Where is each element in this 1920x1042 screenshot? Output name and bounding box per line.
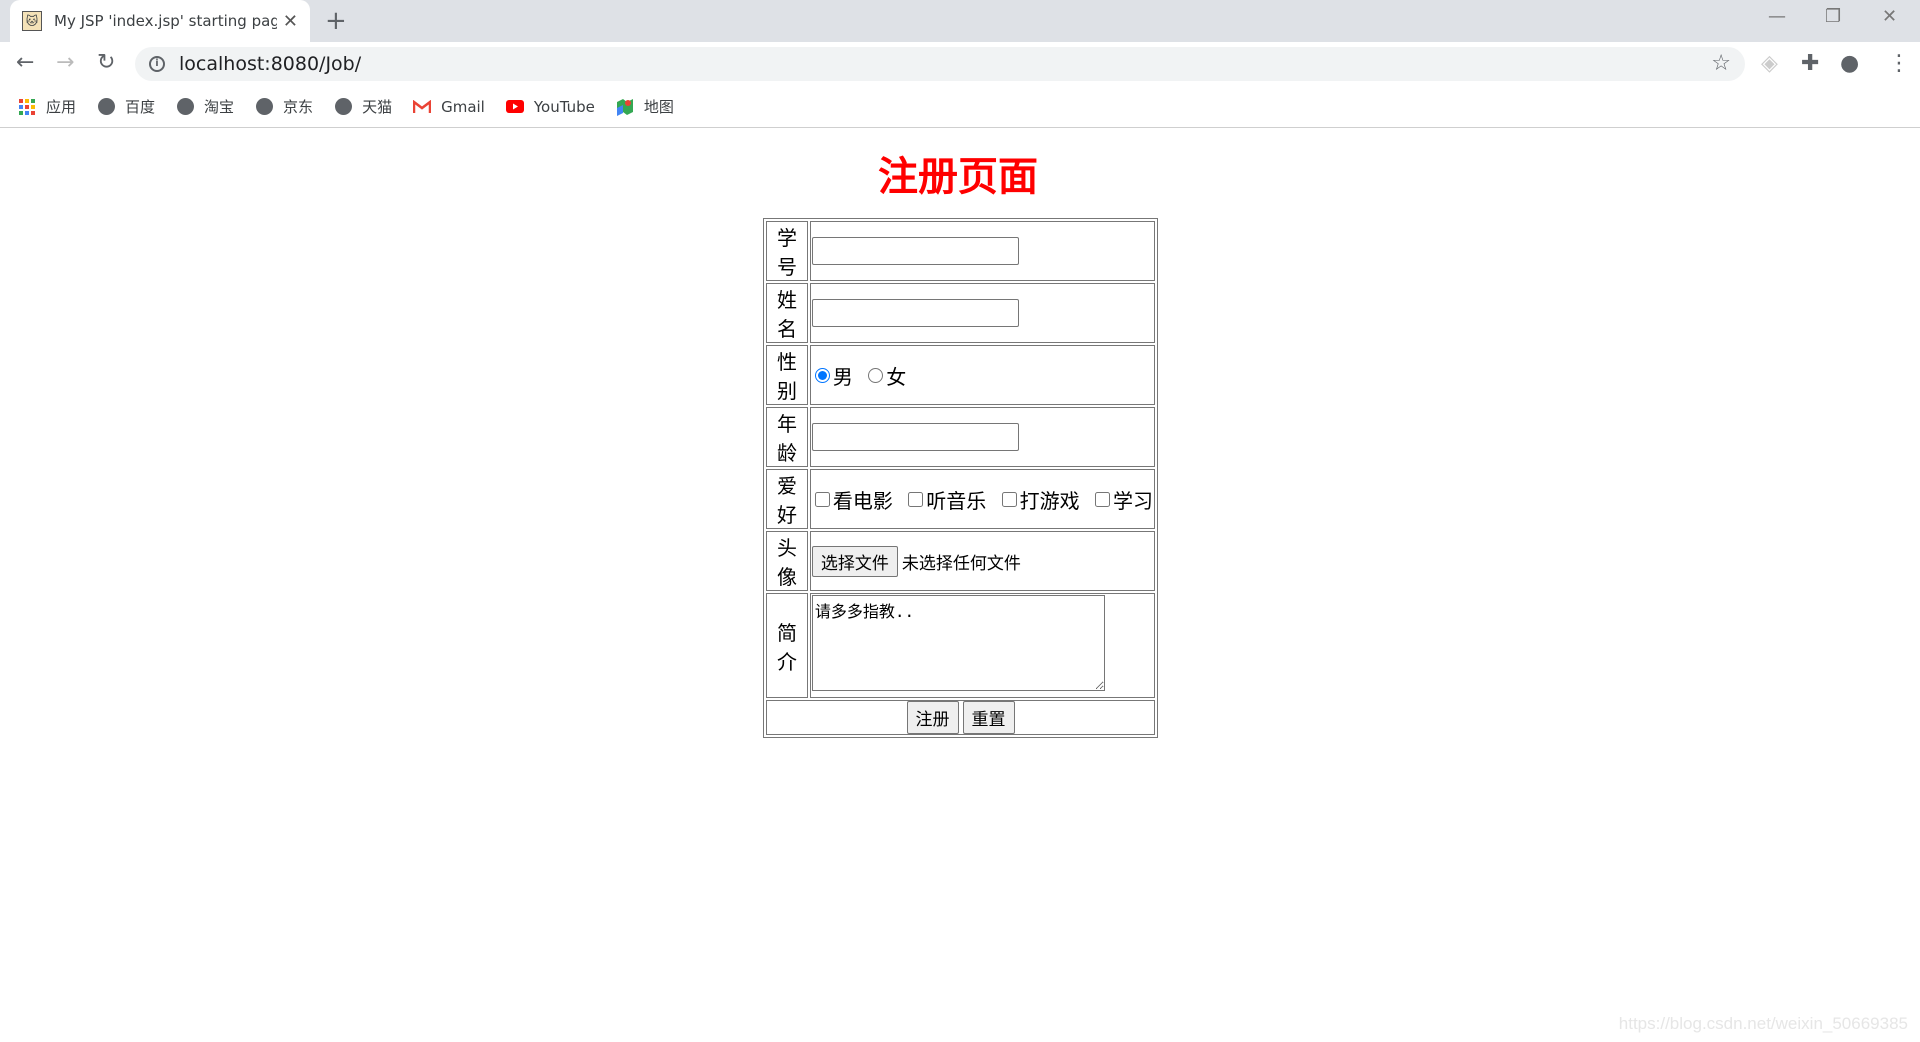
new-tab-icon[interactable]: + [325,6,347,36]
reload-icon[interactable]: ↻ [97,50,115,75]
bookmark-star-icon[interactable]: ☆ [1711,51,1731,76]
browser-tab[interactable]: 🐱 My JSP 'index.jsp' starting page ✕ [10,0,310,42]
gender-female-radio[interactable] [868,367,884,383]
restore-icon[interactable]: ❐ [1825,6,1841,27]
hobby-games-option[interactable]: 打游戏 [999,485,1080,514]
choose-file-button[interactable]: 选择文件 [811,545,898,577]
apps-grid-icon [18,98,36,116]
hobby-movie-option[interactable]: 看电影 [812,485,893,514]
bookmark-taobao[interactable]: 淘宝 [176,96,234,117]
tab-strip: 🐱 My JSP 'index.jsp' starting page ✕ + —… [0,0,1920,42]
registration-form: 学号 姓名 性别 男 女 年龄 爱好 看电影 听音乐 打游戏 学习 头像 选择文件… [763,218,1158,738]
gender-label: 性别 [766,345,808,405]
name-input[interactable] [811,299,1019,327]
info-icon[interactable]: i [149,56,165,72]
globe-icon [255,98,273,116]
age-input[interactable] [811,423,1019,451]
bookmark-tmall[interactable]: 天猫 [334,96,392,117]
tab-title: My JSP 'index.jsp' starting page [54,12,277,30]
tomcat-favicon-icon: 🐱 [22,11,42,31]
extensions-puzzle-icon[interactable]: ✚ [1801,51,1819,76]
hobby-label: 爱好 [766,469,808,529]
hobby-music-option[interactable]: 听音乐 [905,485,986,514]
reset-button[interactable]: 重置 [962,701,1015,734]
intro-label: 简介 [766,593,808,698]
hobby-study-checkbox[interactable] [1095,491,1110,507]
forward-icon[interactable]: → [56,50,74,75]
bookmark-gmail[interactable]: Gmail [413,98,485,116]
intro-textarea[interactable]: 请多多指教.. [811,595,1105,691]
bookmark-youtube[interactable]: YouTube [505,98,595,116]
watermark: https://blog.csdn.net/weixin_50669385 [1618,1014,1908,1033]
age-label: 年龄 [766,407,808,467]
name-label: 姓名 [766,283,808,343]
hobby-music-checkbox[interactable] [908,491,924,507]
globe-icon [97,98,115,116]
bookmark-jd[interactable]: 京东 [255,96,313,117]
minimize-icon[interactable]: — [1768,6,1786,27]
hobby-study-option[interactable]: 学习 [1092,485,1153,514]
bookmark-apps[interactable]: 应用 [18,96,76,117]
bookmarks-bar: 应用 百度 淘宝 京东 天猫 Gmail YouTube 地图 [0,86,1920,128]
hobby-games-checkbox[interactable] [1001,491,1017,507]
globe-icon [334,98,352,116]
globe-icon [176,98,194,116]
student-id-input[interactable] [811,237,1019,265]
gender-male-radio[interactable] [814,367,830,383]
menu-kebab-icon[interactable]: ⋮ [1888,51,1910,76]
url-text: localhost:8080/Job/ [179,53,362,75]
page-title: 注册页面 [878,154,1038,200]
toolbar: ← → ↻ i localhost:8080/Job/ ☆ ◈ ✚ ● ⋮ [0,42,1920,86]
page-content: 注册页面 学号 姓名 性别 男 女 年龄 爱好 看电影 听音乐 打游戏 学习 头… [0,128,1920,1042]
maps-icon [616,98,634,116]
file-status: 未选择任何文件 [901,553,1021,574]
bookmark-maps[interactable]: 地图 [616,96,674,117]
back-icon[interactable]: ← [16,50,34,75]
tag-extension-icon[interactable]: ◈ [1761,51,1778,76]
student-id-label: 学号 [766,221,808,281]
gender-male-option[interactable]: 男 [812,361,853,390]
gender-female-option[interactable]: 女 [865,361,906,390]
hobby-movie-checkbox[interactable] [814,491,830,507]
avatar-label: 头像 [766,531,808,591]
address-bar[interactable]: i localhost:8080/Job/ ☆ [135,47,1745,81]
register-button[interactable]: 注册 [906,701,959,734]
youtube-icon [505,98,524,116]
close-tab-icon[interactable]: ✕ [283,11,298,32]
profile-avatar-icon[interactable]: ● [1840,51,1859,76]
gmail-icon [413,98,432,116]
bookmark-baidu[interactable]: 百度 [97,96,155,117]
close-window-icon[interactable]: ✕ [1882,6,1897,27]
